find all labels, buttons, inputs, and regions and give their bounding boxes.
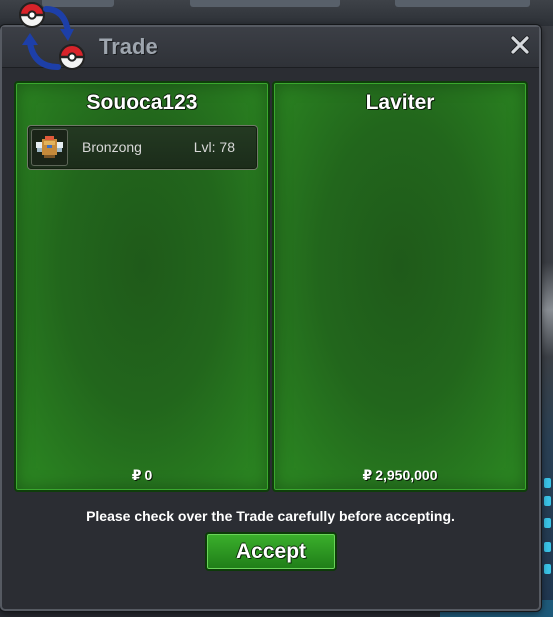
money-amount-self: 0 [144, 467, 153, 483]
close-icon [509, 34, 531, 56]
background-blip [544, 496, 551, 506]
offer-panel-self: Souoca123 Bronzong Lvl: 78 ₽ 0 [14, 81, 270, 492]
currency-symbol: ₽ [362, 467, 373, 483]
item-name: Bronzong [82, 139, 142, 155]
money-amount-partner: 2,950,000 [375, 467, 438, 483]
background-blip [544, 542, 551, 552]
bronzong-sprite-icon [31, 129, 68, 166]
player-name-self: Souoca123 [86, 91, 198, 114]
background-blip [544, 564, 551, 574]
trade-notice: Please check over the Trade carefully be… [86, 508, 455, 524]
trade-window: Trade Souoca123 Bronzong Lvl: 78 ₽ 0 Lav… [0, 25, 541, 611]
background-blip [544, 518, 551, 528]
background-notch [190, 0, 340, 7]
item-level: Lvl: 78 [193, 139, 235, 155]
player-name-partner: Laviter [365, 91, 435, 114]
offer-panel-partner: Laviter ₽2,950,000 [272, 81, 528, 492]
currency-symbol: ₽ [131, 467, 142, 483]
background-notch [395, 0, 530, 7]
trade-swap-icon [8, 1, 90, 79]
background-right-edge [539, 26, 553, 617]
background-blip [544, 478, 551, 488]
accept-button[interactable]: Accept [205, 532, 337, 571]
close-button[interactable] [509, 34, 531, 56]
money-offer-self: ₽0 [16, 467, 268, 484]
window-title: Trade [99, 34, 158, 59]
trade-item-slot[interactable]: Bronzong Lvl: 78 [27, 125, 258, 170]
money-offer-partner: ₽2,950,000 [274, 467, 526, 484]
